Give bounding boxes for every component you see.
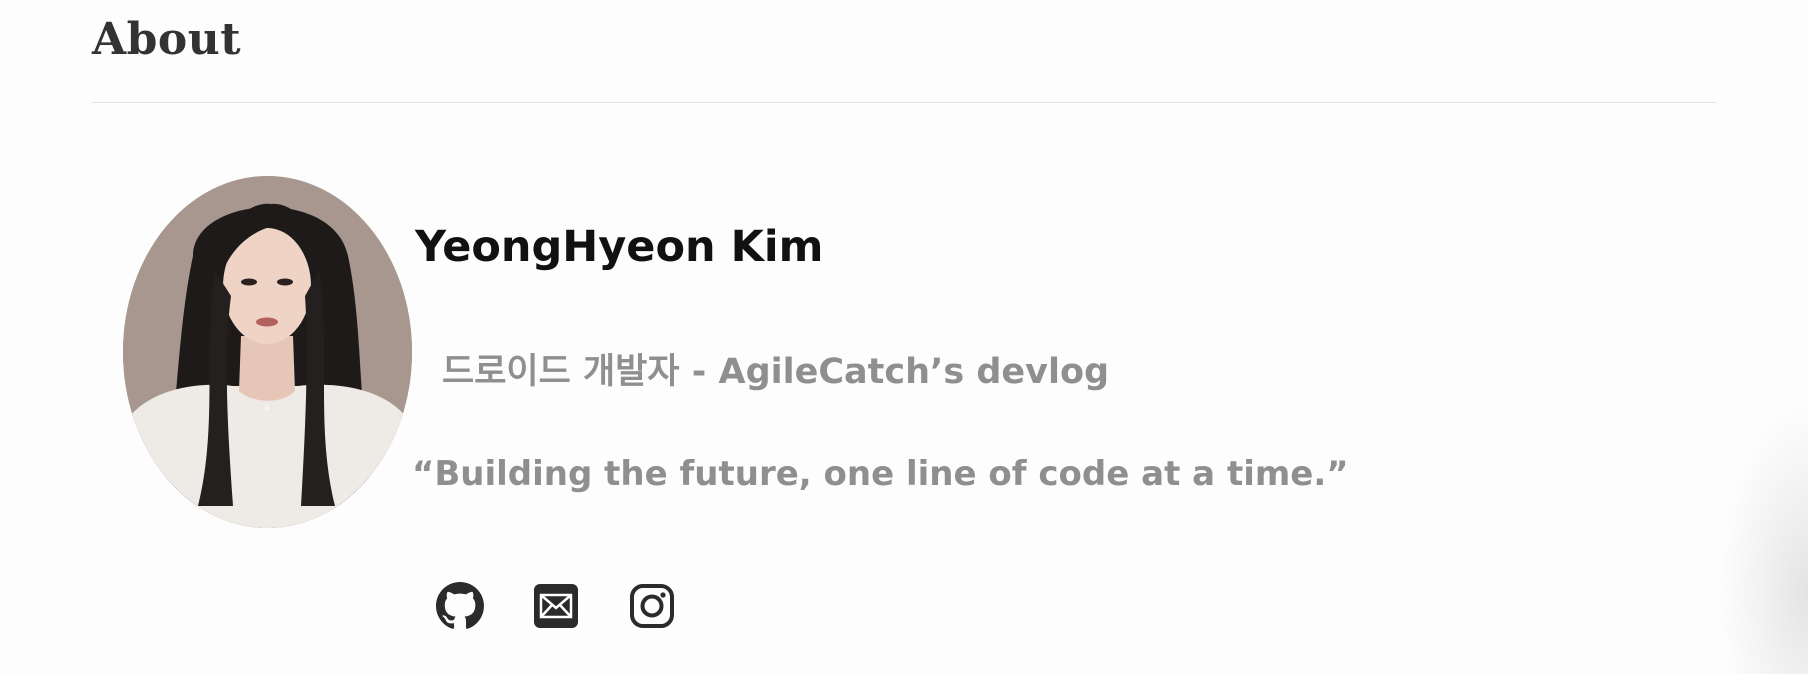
- page-title: About: [92, 14, 242, 65]
- edge-shadow: [1718, 400, 1808, 674]
- mail-icon: [534, 584, 578, 628]
- title-divider: [92, 102, 1716, 103]
- profile-role: 드로이드 개발자 - AgileCatch’s devlog: [442, 352, 1110, 392]
- instagram-icon: [630, 584, 674, 628]
- profile-quote: “Building the future, one line of code a…: [412, 454, 1349, 494]
- github-link[interactable]: [436, 582, 484, 630]
- github-icon: [436, 582, 484, 629]
- avatar-portrait: [123, 176, 412, 528]
- social-links: [436, 582, 724, 630]
- instagram-link[interactable]: [628, 582, 676, 630]
- email-link[interactable]: [532, 582, 580, 630]
- profile-name: YeongHyeon Kim: [415, 222, 824, 272]
- avatar: [123, 176, 412, 528]
- about-page: About YeongHyeon Kim 드로이드 개발자 - AgileCat…: [0, 0, 1808, 674]
